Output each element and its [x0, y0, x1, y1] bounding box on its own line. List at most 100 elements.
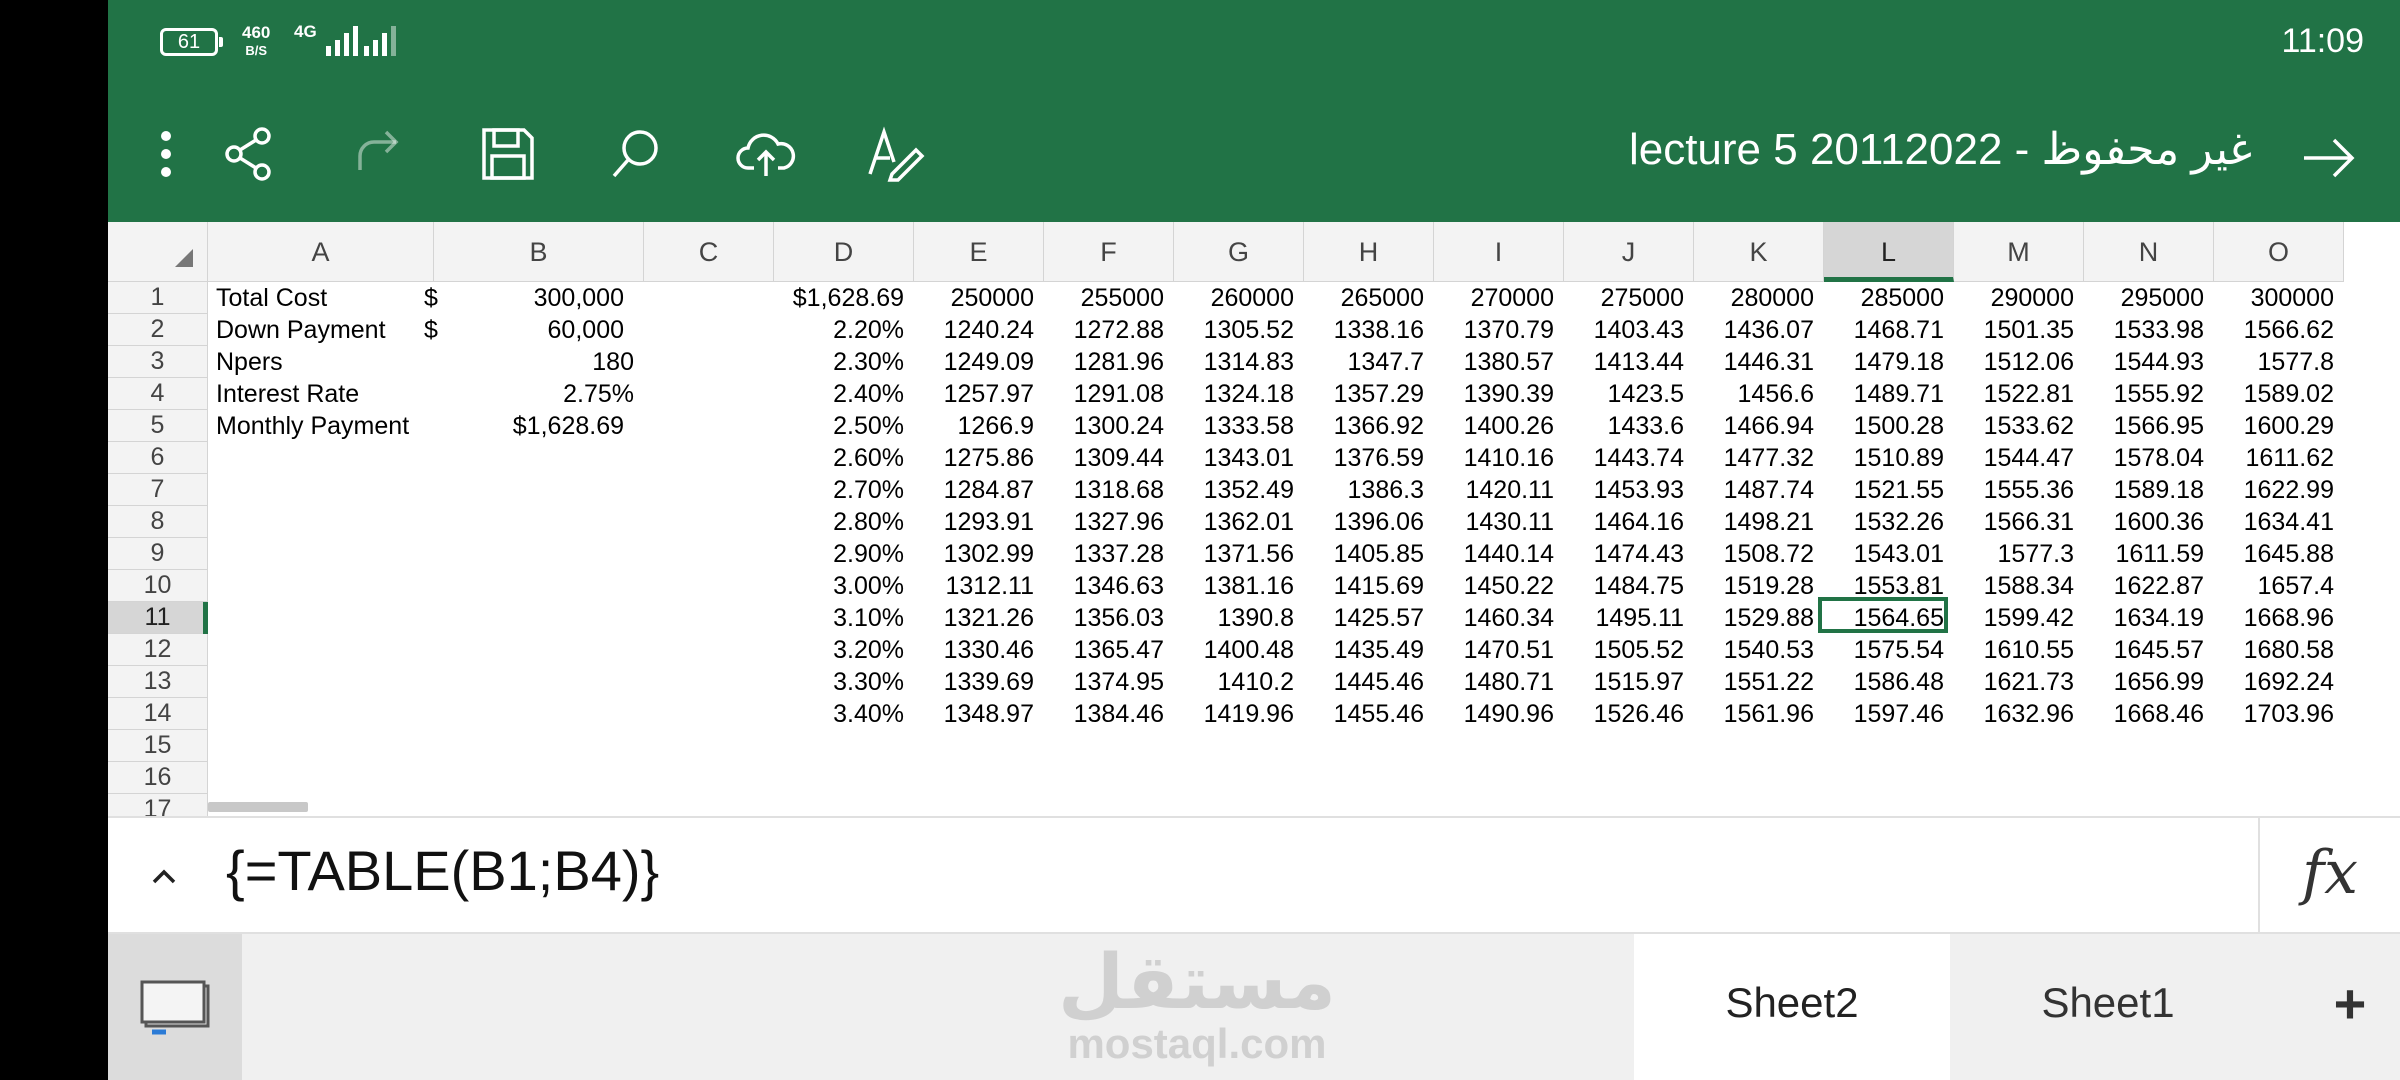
column-header-f[interactable]: F	[1044, 222, 1174, 282]
cell-j14[interactable]: 1526.46	[1564, 698, 1694, 730]
cell-d5[interactable]: 2.50%	[774, 410, 914, 442]
cell-j7[interactable]: 1453.93	[1564, 474, 1694, 506]
cell-o13[interactable]: 1692.24	[2214, 666, 2344, 698]
column-header-l[interactable]: L	[1824, 222, 1954, 282]
select-all-corner[interactable]	[108, 222, 208, 282]
cell-o2[interactable]: 1566.62	[2214, 314, 2344, 346]
column-header-e[interactable]: E	[914, 222, 1044, 282]
cell-i9[interactable]: 1440.14	[1434, 538, 1564, 570]
cell-m7[interactable]: 1555.36	[1954, 474, 2084, 506]
cell-g1[interactable]: 260000	[1174, 282, 1304, 314]
cell-b2[interactable]: 60,000	[434, 314, 634, 346]
cell-e3[interactable]: 1249.09	[914, 346, 1044, 378]
cell-j12[interactable]: 1505.52	[1564, 634, 1694, 666]
cell-g9[interactable]: 1371.56	[1174, 538, 1304, 570]
cell-i1[interactable]: 270000	[1434, 282, 1564, 314]
cell-f12[interactable]: 1365.47	[1044, 634, 1174, 666]
cell-f5[interactable]: 1300.24	[1044, 410, 1174, 442]
cell-e9[interactable]: 1302.99	[914, 538, 1044, 570]
save-icon[interactable]	[476, 122, 540, 186]
cell-f14[interactable]: 1384.46	[1044, 698, 1174, 730]
cell-m5[interactable]: 1533.62	[1954, 410, 2084, 442]
cell-m1[interactable]: 290000	[1954, 282, 2084, 314]
cell-j5[interactable]: 1433.6	[1564, 410, 1694, 442]
cell-h9[interactable]: 1405.85	[1304, 538, 1434, 570]
cloud-upload-icon[interactable]	[734, 122, 798, 186]
cell-k13[interactable]: 1551.22	[1694, 666, 1824, 698]
cell-d12[interactable]: 3.20%	[774, 634, 914, 666]
cell-i2[interactable]: 1370.79	[1434, 314, 1564, 346]
cell-g12[interactable]: 1400.48	[1174, 634, 1304, 666]
cell-f4[interactable]: 1291.08	[1044, 378, 1174, 410]
row-header-8[interactable]: 8	[108, 506, 208, 538]
row-header-5[interactable]: 5	[108, 410, 208, 442]
draw-icon[interactable]	[864, 122, 928, 186]
cell-n8[interactable]: 1600.36	[2084, 506, 2214, 538]
column-header-m[interactable]: M	[1954, 222, 2084, 282]
cell-i6[interactable]: 1410.16	[1434, 442, 1564, 474]
cell-e2[interactable]: 1240.24	[914, 314, 1044, 346]
cell-n1[interactable]: 295000	[2084, 282, 2214, 314]
cell-l14[interactable]: 1597.46	[1824, 698, 1954, 730]
cell-j4[interactable]: 1423.5	[1564, 378, 1694, 410]
cell-k12[interactable]: 1540.53	[1694, 634, 1824, 666]
cell-h3[interactable]: 1347.7	[1304, 346, 1434, 378]
cell-m2[interactable]: 1501.35	[1954, 314, 2084, 346]
cell-j6[interactable]: 1443.74	[1564, 442, 1694, 474]
cell-f13[interactable]: 1374.95	[1044, 666, 1174, 698]
row-header-3[interactable]: 3	[108, 346, 208, 378]
cell-f1[interactable]: 255000	[1044, 282, 1174, 314]
column-header-b[interactable]: B	[434, 222, 644, 282]
cell-n12[interactable]: 1645.57	[2084, 634, 2214, 666]
cell-e12[interactable]: 1330.46	[914, 634, 1044, 666]
cell-n14[interactable]: 1668.46	[2084, 698, 2214, 730]
cell-f9[interactable]: 1337.28	[1044, 538, 1174, 570]
cell-e7[interactable]: 1284.87	[914, 474, 1044, 506]
cell-l1[interactable]: 285000	[1824, 282, 1954, 314]
cell-e8[interactable]: 1293.91	[914, 506, 1044, 538]
column-header-n[interactable]: N	[2084, 222, 2214, 282]
cell-i10[interactable]: 1450.22	[1434, 570, 1564, 602]
cell-m14[interactable]: 1632.96	[1954, 698, 2084, 730]
chevron-up-icon[interactable]	[144, 856, 184, 896]
row-header-14[interactable]: 14	[108, 698, 208, 730]
cell-g14[interactable]: 1419.96	[1174, 698, 1304, 730]
cell-g11[interactable]: 1390.8	[1174, 602, 1304, 634]
cell-b1[interactable]: 300,000	[434, 282, 634, 314]
cell-h2[interactable]: 1338.16	[1304, 314, 1434, 346]
cell-n3[interactable]: 1544.93	[2084, 346, 2214, 378]
cell-a4[interactable]: Interest Rate	[208, 378, 434, 410]
cell-h5[interactable]: 1366.92	[1304, 410, 1434, 442]
cell-i5[interactable]: 1400.26	[1434, 410, 1564, 442]
cell-e10[interactable]: 1312.11	[914, 570, 1044, 602]
column-header-d[interactable]: D	[774, 222, 914, 282]
cell-l8[interactable]: 1532.26	[1824, 506, 1954, 538]
cell-l4[interactable]: 1489.71	[1824, 378, 1954, 410]
cell-f6[interactable]: 1309.44	[1044, 442, 1174, 474]
cell-i12[interactable]: 1470.51	[1434, 634, 1564, 666]
row-header-1[interactable]: 1	[108, 282, 208, 314]
cell-g4[interactable]: 1324.18	[1174, 378, 1304, 410]
cell-h4[interactable]: 1357.29	[1304, 378, 1434, 410]
cell-e4[interactable]: 1257.97	[914, 378, 1044, 410]
row-header-6[interactable]: 6	[108, 442, 208, 474]
cell-h13[interactable]: 1445.46	[1304, 666, 1434, 698]
share-icon[interactable]	[216, 122, 280, 186]
cell-l3[interactable]: 1479.18	[1824, 346, 1954, 378]
cell-m6[interactable]: 1544.47	[1954, 442, 2084, 474]
cell-a2[interactable]: Down Payment	[208, 314, 434, 346]
cell-j2[interactable]: 1403.43	[1564, 314, 1694, 346]
cell-i7[interactable]: 1420.11	[1434, 474, 1564, 506]
cell-o10[interactable]: 1657.4	[2214, 570, 2344, 602]
cell-n10[interactable]: 1622.87	[2084, 570, 2214, 602]
row-header-10[interactable]: 10	[108, 570, 208, 602]
column-header-h[interactable]: H	[1304, 222, 1434, 282]
cell-f2[interactable]: 1272.88	[1044, 314, 1174, 346]
cell-l7[interactable]: 1521.55	[1824, 474, 1954, 506]
cell-j9[interactable]: 1474.43	[1564, 538, 1694, 570]
cell-g8[interactable]: 1362.01	[1174, 506, 1304, 538]
row-header-12[interactable]: 12	[108, 634, 208, 666]
cell-k5[interactable]: 1466.94	[1694, 410, 1824, 442]
row-header-2[interactable]: 2	[108, 314, 208, 346]
cell-l13[interactable]: 1586.48	[1824, 666, 1954, 698]
